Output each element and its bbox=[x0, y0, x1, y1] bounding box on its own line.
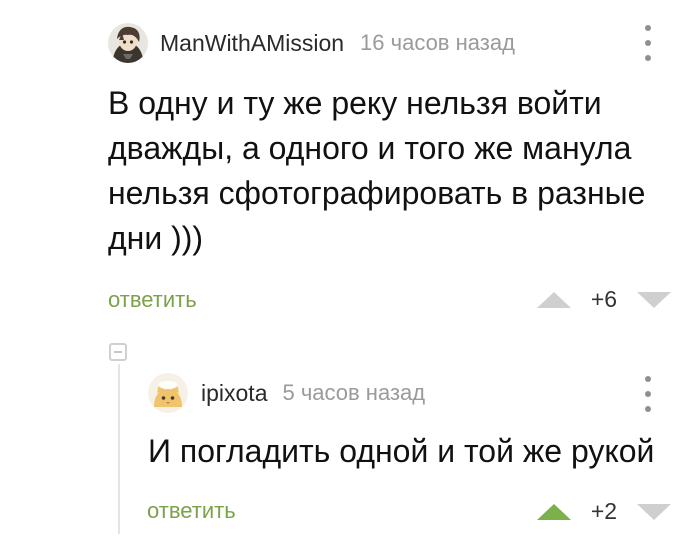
more-options-icon[interactable] bbox=[638, 25, 658, 61]
user-avatar-cat-icon[interactable] bbox=[148, 373, 188, 413]
reply-text: И погладить одной и той же рукой bbox=[148, 433, 655, 469]
user-avatar-anime-icon[interactable] bbox=[108, 23, 148, 63]
collapse-thread-button[interactable] bbox=[109, 343, 127, 361]
comment-time: 16 часов назад bbox=[360, 30, 515, 55]
thread-line bbox=[118, 364, 120, 534]
comment-text: В одну и ту же реку нельзя войти дважды,… bbox=[108, 85, 646, 256]
comment-author[interactable]: ManWithAMission bbox=[160, 30, 344, 57]
comment-header: ManWithAMission 16 часов назад bbox=[108, 23, 515, 63]
comment-rating: +6 bbox=[590, 286, 618, 312]
reply-link[interactable]: ответить bbox=[147, 498, 236, 524]
reply-rating: +2 bbox=[590, 498, 618, 524]
upvote-arrow-icon[interactable] bbox=[537, 503, 571, 520]
reply-link[interactable]: ответить bbox=[108, 287, 197, 313]
reply-header: ipixota 5 часов назад bbox=[148, 373, 425, 413]
downvote-arrow-icon[interactable] bbox=[637, 291, 671, 308]
reply-author[interactable]: ipixota bbox=[201, 380, 267, 407]
reply-time: 5 часов назад bbox=[282, 380, 426, 405]
comments-page: ManWithAMission 16 часов назад В одну и … bbox=[0, 0, 700, 544]
vote-controls: +2 bbox=[537, 498, 671, 525]
vote-controls: +6 bbox=[537, 286, 671, 313]
more-options-icon[interactable] bbox=[638, 376, 658, 412]
upvote-arrow-icon[interactable] bbox=[537, 291, 571, 308]
downvote-arrow-icon[interactable] bbox=[637, 503, 671, 520]
